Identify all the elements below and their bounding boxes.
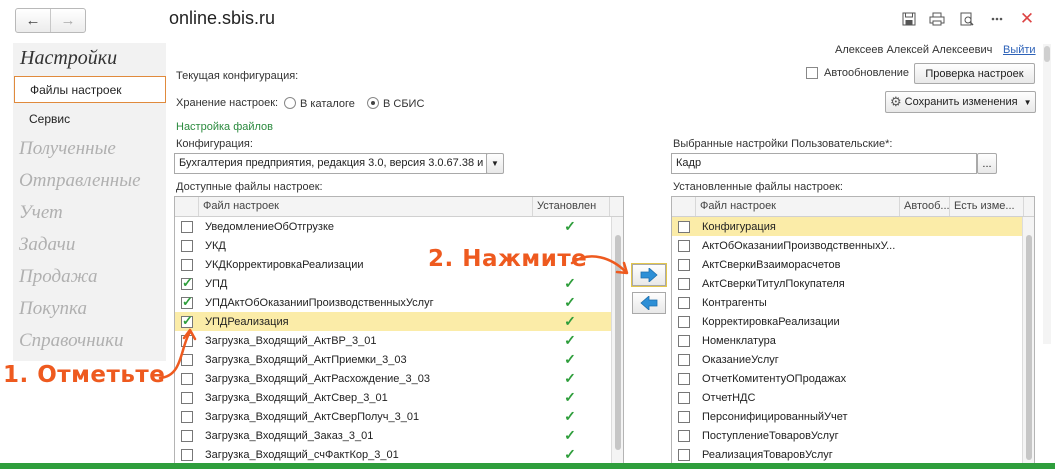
bottom-bar: [0, 463, 1055, 469]
annotation-step1: 1. Отметьте: [3, 362, 166, 388]
annotation-step2: 2. Нажмите: [428, 246, 588, 272]
annotation-arrows: [158, 255, 629, 380]
